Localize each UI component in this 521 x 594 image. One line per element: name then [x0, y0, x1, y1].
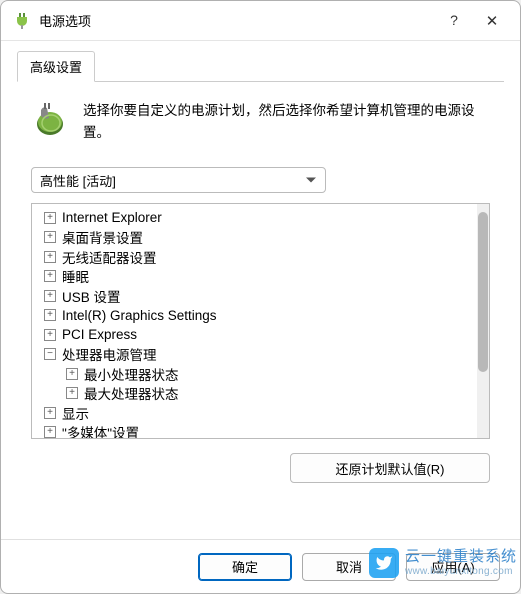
- tree-item-label: 最大处理器状态: [84, 383, 179, 403]
- tree-item-label: 处理器电源管理: [62, 344, 157, 364]
- tree-item[interactable]: + Internet Explorer: [34, 208, 487, 228]
- tree-item-label: 无线适配器设置: [62, 247, 157, 267]
- tree-item-label: Intel(R) Graphics Settings: [62, 308, 217, 323]
- tree-item[interactable]: + 最小处理器状态: [34, 364, 487, 384]
- help-button[interactable]: ?: [444, 12, 464, 30]
- window-title: 电源选项: [39, 11, 444, 30]
- tree-item-label: 显示: [62, 403, 89, 423]
- expand-icon[interactable]: +: [44, 231, 56, 243]
- tree-scrollbar[interactable]: [477, 204, 489, 438]
- collapse-icon[interactable]: −: [44, 348, 56, 360]
- tree-item[interactable]: + 无线适配器设置: [34, 247, 487, 267]
- content-area: 高级设置 选择你要自定义的电源计划，然后选择你希望计算机管理的电源设置。: [1, 41, 520, 539]
- close-button[interactable]: ✕: [482, 12, 502, 30]
- tree-item[interactable]: + Intel(R) Graphics Settings: [34, 306, 487, 326]
- tree-item-label: 睡眠: [62, 266, 89, 286]
- tree-item-label: "多媒体"设置: [62, 422, 139, 439]
- expand-icon[interactable]: +: [44, 309, 56, 321]
- tree-item-label: USB 设置: [62, 286, 121, 306]
- power-plug-icon: [13, 12, 31, 30]
- scrollbar-thumb[interactable]: [478, 212, 488, 372]
- titlebar: 电源选项 ? ✕: [1, 1, 520, 41]
- power-battery-icon: [31, 100, 69, 138]
- expand-icon[interactable]: +: [66, 368, 78, 380]
- expand-icon[interactable]: +: [66, 387, 78, 399]
- restore-row: 还原计划默认值(R): [31, 453, 490, 483]
- settings-tree: + Internet Explorer + 桌面背景设置 + 无线适配器设置 + 睡眠 + USB…: [31, 203, 490, 439]
- expand-icon[interactable]: +: [44, 251, 56, 263]
- tree-item[interactable]: + USB 设置: [34, 286, 487, 306]
- expand-icon[interactable]: +: [44, 212, 56, 224]
- expand-icon[interactable]: +: [44, 270, 56, 282]
- dialog-footer: 确定 取消 应用(A): [1, 539, 520, 593]
- tree-item[interactable]: + 最大处理器状态: [34, 384, 487, 404]
- power-plan-dropdown[interactable]: 高性能 [活动]: [31, 167, 326, 193]
- intro-text: 选择你要自定义的电源计划，然后选择你希望计算机管理的电源设置。: [83, 100, 490, 143]
- intro-row: 选择你要自定义的电源计划，然后选择你希望计算机管理的电源设置。: [31, 100, 490, 143]
- tree-item[interactable]: −处理器电源管理: [34, 345, 487, 365]
- tree-item-label: PCI Express: [62, 327, 137, 342]
- power-options-dialog: 电源选项 ? ✕ 高级设置: [0, 0, 521, 594]
- power-plan-selected: 高性能 [活动]: [40, 171, 116, 190]
- tree-item[interactable]: + "多媒体"设置: [34, 423, 487, 440]
- expand-icon[interactable]: +: [44, 426, 56, 438]
- tree-item-label: 最小处理器状态: [84, 364, 179, 384]
- tree-item[interactable]: + 显示: [34, 403, 487, 423]
- expand-icon[interactable]: +: [44, 407, 56, 419]
- cancel-button[interactable]: 取消: [302, 553, 396, 581]
- ok-button[interactable]: 确定: [198, 553, 292, 581]
- tree-item[interactable]: + PCI Express: [34, 325, 487, 345]
- titlebar-buttons: ? ✕: [444, 12, 502, 30]
- tree-item[interactable]: + 桌面背景设置: [34, 228, 487, 248]
- tab-advanced-settings[interactable]: 高级设置: [17, 51, 95, 82]
- tree-item[interactable]: + 睡眠: [34, 267, 487, 287]
- tree-item-label: Internet Explorer: [62, 210, 162, 225]
- expand-icon[interactable]: +: [44, 290, 56, 302]
- tab-panel: 选择你要自定义的电源计划，然后选择你希望计算机管理的电源设置。 高性能 [活动]…: [17, 82, 504, 529]
- apply-button[interactable]: 应用(A): [406, 553, 500, 581]
- restore-defaults-button[interactable]: 还原计划默认值(R): [290, 453, 490, 483]
- expand-icon[interactable]: +: [44, 329, 56, 341]
- tabstrip: 高级设置: [17, 51, 504, 82]
- tree-item-label: 桌面背景设置: [62, 227, 143, 247]
